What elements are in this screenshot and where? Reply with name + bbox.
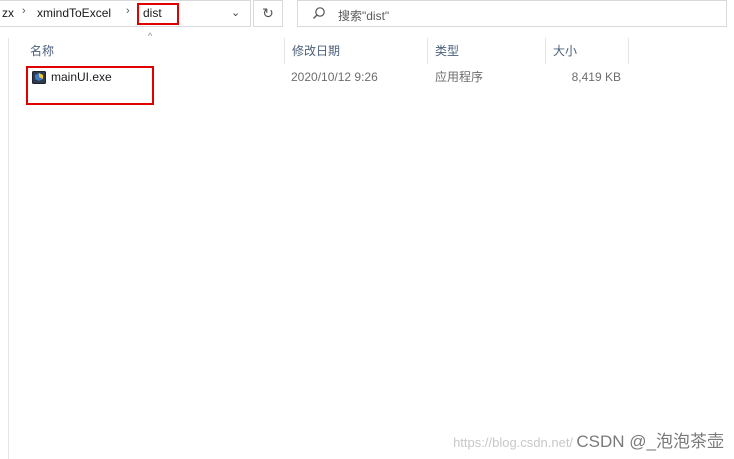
column-header-row: ^ 名称 修改日期 类型 大小: [22, 31, 630, 64]
address-bar[interactable]: zx › xmindToExcel › dist ⌄: [0, 0, 251, 27]
column-divider[interactable]: [628, 38, 629, 64]
file-name-highlight-box: [26, 66, 154, 105]
search-input[interactable]: 搜索"dist": [338, 7, 389, 24]
file-type: 应用程序: [435, 70, 484, 84]
column-header-type[interactable]: 类型: [427, 38, 545, 64]
watermark-author: CSDN @_泡泡茶壶: [576, 432, 724, 451]
watermark: https://blog.csdn.net/ CSDN @_泡泡茶壶: [453, 427, 724, 452]
navigation-pane-divider: [8, 38, 9, 459]
breadcrumb-dist-current[interactable]: dist: [137, 3, 179, 25]
watermark-url: https://blog.csdn.net/: [453, 435, 574, 450]
chevron-down-icon[interactable]: ⌄: [231, 6, 240, 19]
refresh-button[interactable]: ↻: [253, 0, 283, 27]
search-box[interactable]: 搜索"dist": [297, 0, 727, 27]
search-icon: [313, 7, 325, 19]
chevron-right-icon[interactable]: ›: [22, 5, 26, 17]
column-header-name[interactable]: 名称: [22, 38, 284, 64]
file-modified-date: 2020/10/12 9:26: [291, 70, 378, 84]
chevron-right-icon[interactable]: ›: [126, 5, 130, 17]
column-header-size[interactable]: 大小: [545, 38, 628, 64]
column-header-date[interactable]: 修改日期: [284, 38, 427, 64]
breadcrumb-zx[interactable]: zx: [2, 6, 14, 20]
file-size: 8,419 KB: [571, 70, 621, 84]
breadcrumb-xmindtoexcel[interactable]: xmindToExcel: [37, 6, 111, 20]
